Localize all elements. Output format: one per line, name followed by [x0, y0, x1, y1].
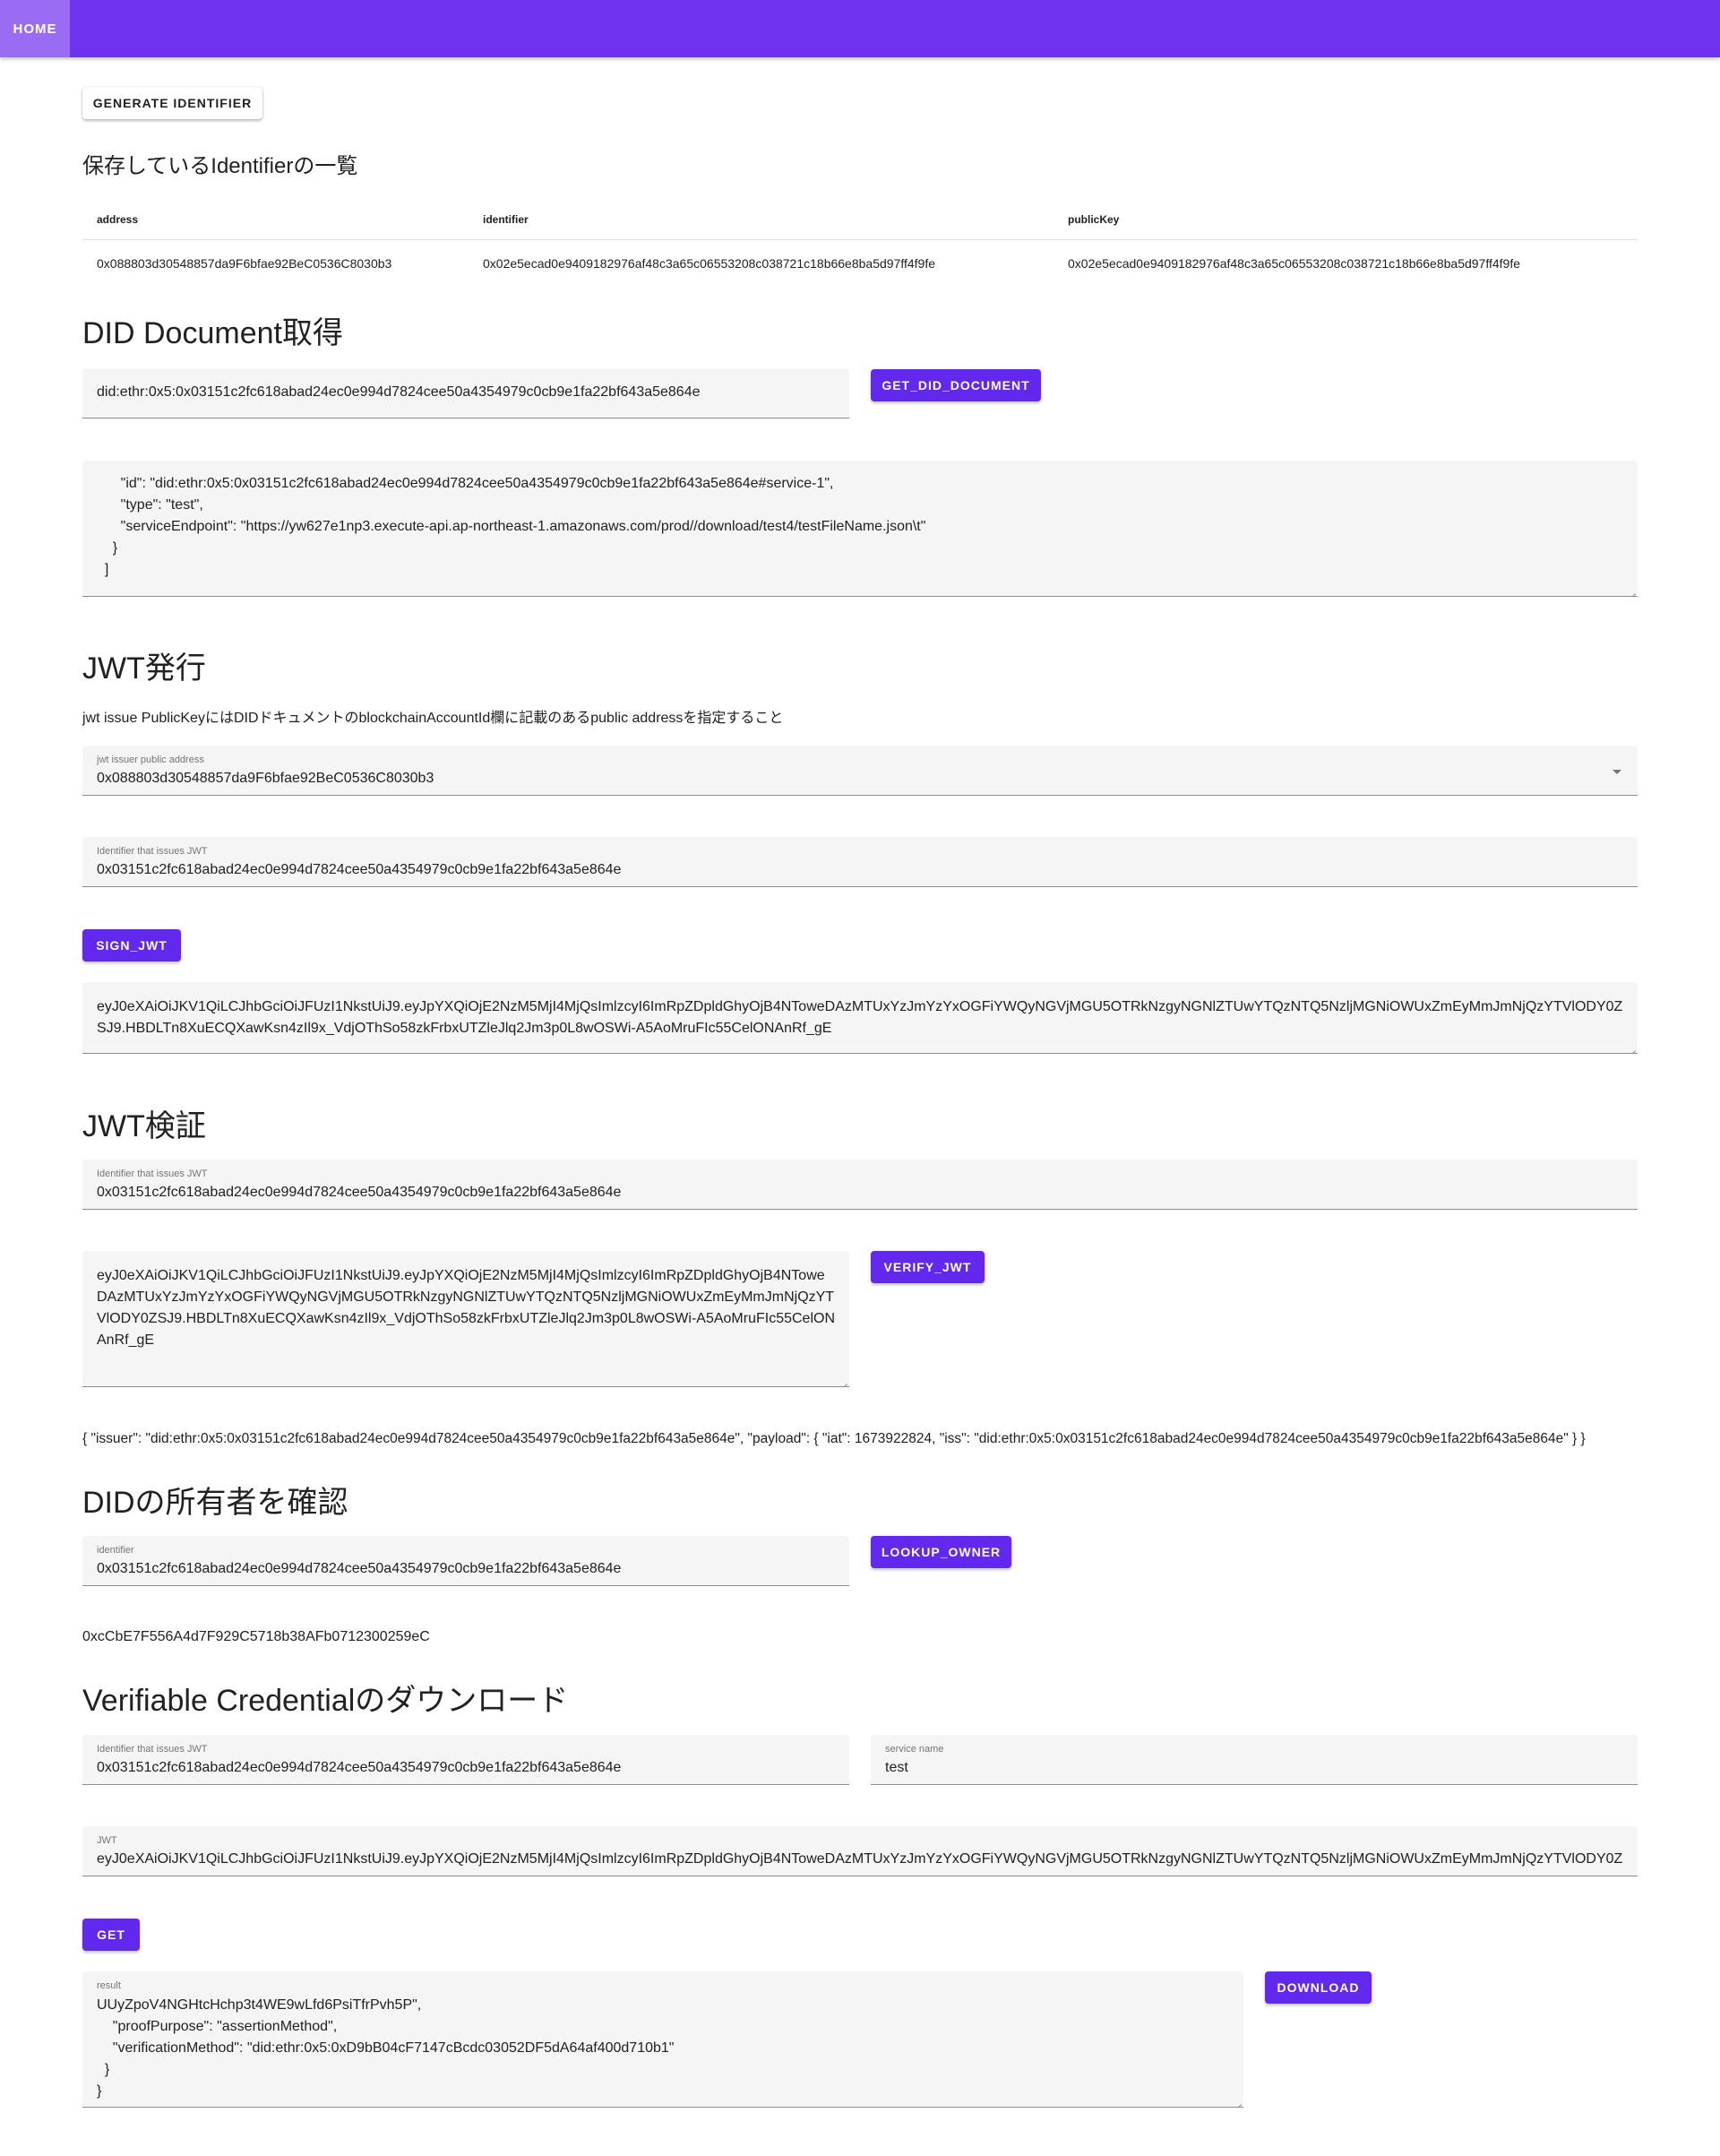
vc-identifier-value: 0x03151c2fc618abad24ec0e994d7824cee50a43…: [97, 1760, 622, 1775]
vc-identifier-label: Identifier that issues JWT: [97, 1744, 208, 1755]
vc-jwt-value: eyJ0eXAiOiJKV1QiLCJhbGciOiJFUzI1NkstUiJ9…: [97, 1851, 1623, 1867]
lookup-owner-button[interactable]: LOOKUP_OWNER: [871, 1536, 1011, 1568]
generate-identifier-button[interactable]: GENERATE IDENTIFIER: [82, 87, 262, 119]
vc-download-title: Verifiable Credentialのダウンロード: [82, 1684, 569, 1718]
did-input-value: did:ethr:0x5:0x03151c2fc618abad24ec0e994…: [97, 384, 701, 400]
column-header-publickey: publicKey: [1068, 213, 1120, 226]
identifier-list-title: 保存しているIdentifierの一覧: [82, 154, 358, 178]
resize-handle[interactable]: [1233, 2096, 1242, 2105]
verify-jwt-button[interactable]: VERIFY_JWT: [871, 1251, 985, 1283]
table-cell-address: 0x088803d30548857da9F6bfae92BeC0536C8030…: [97, 256, 392, 271]
get-button[interactable]: GET: [82, 1919, 140, 1951]
vc-result-field[interactable]: result UUyZpoV4NGHtcHchp3t4WE9wLfd6PsiTf…: [82, 1971, 1243, 2108]
jwt-issue-title: JWT発行: [82, 651, 206, 686]
service-name-field[interactable]: service name test: [871, 1735, 1638, 1785]
column-header-address: address: [97, 213, 139, 226]
did-input[interactable]: did:ethr:0x5:0x03151c2fc618abad24ec0e994…: [82, 368, 849, 418]
get-did-document-button[interactable]: GET_DID_DOCUMENT: [871, 369, 1041, 401]
owner-identifier-field[interactable]: identifier 0x03151c2fc618abad24ec0e994d7…: [82, 1536, 849, 1586]
jwt-verify-title: JWT検証: [82, 1109, 206, 1143]
table-cell-identifier: 0x02e5ecad0e9409182976af48c3a65c06553208…: [483, 256, 936, 271]
resize-handle[interactable]: [1627, 585, 1636, 594]
owner-lookup-title: DIDの所有者を確認: [82, 1486, 348, 1520]
column-header-identifier: identifier: [483, 213, 529, 226]
home-tab[interactable]: HOME: [0, 0, 70, 57]
jwt-verify-input[interactable]: eyJ0eXAiOiJKV1QiLCJhbGciOiJFUzI1NkstUiJ9…: [82, 1251, 849, 1387]
jwt-verify-identifier-label: Identifier that issues JWT: [97, 1169, 208, 1179]
did-document-result-text: "id": "did:ethr:0x5:0x03151c2fc618abad24…: [97, 476, 926, 584]
jwt-issue-identifier-field[interactable]: Identifier that issues JWT 0x03151c2fc61…: [82, 837, 1638, 887]
table-header-divider: [82, 239, 1638, 240]
vc-jwt-field[interactable]: JWT eyJ0eXAiOiJKV1QiLCJhbGciOiJFUzI1Nkst…: [82, 1826, 1638, 1876]
jwt-issue-note: jwt issue PublicKeyにはDIDドキュメントのblockchai…: [82, 711, 784, 726]
owner-identifier-value: 0x03151c2fc618abad24ec0e994d7824cee50a43…: [97, 1561, 622, 1576]
service-name-label: service name: [885, 1744, 944, 1755]
signed-jwt-text: eyJ0eXAiOiJKV1QiLCJhbGciOiJFUzI1NkstUiJ9…: [97, 999, 1623, 1036]
jwt-issuer-select-value: 0x088803d30548857da9F6bfae92BeC0536C8030…: [97, 771, 434, 786]
owner-identifier-label: identifier: [97, 1545, 134, 1556]
jwt-verify-identifier-field[interactable]: Identifier that issues JWT 0x03151c2fc61…: [82, 1160, 1638, 1210]
jwt-issue-identifier-value: 0x03151c2fc618abad24ec0e994d7824cee50a43…: [97, 862, 622, 877]
resize-handle[interactable]: [1627, 1042, 1636, 1051]
jwt-verify-result: { "issuer": "did:ethr:0x5:0x03151c2fc618…: [82, 1431, 1586, 1446]
jwt-issuer-select-label: jwt issuer public address: [97, 755, 204, 765]
dropdown-arrow-icon: [1612, 770, 1621, 774]
jwt-verify-input-text: eyJ0eXAiOiJKV1QiLCJhbGciOiJFUzI1NkstUiJ9…: [97, 1268, 835, 1348]
download-button[interactable]: DOWNLOAD: [1265, 1971, 1372, 2004]
owner-result: 0xcCbE7F556A4d7F929C5718b38AFb0712300259…: [82, 1629, 430, 1644]
app-bar: HOME: [0, 0, 1720, 57]
did-document-result[interactable]: "id": "did:ethr:0x5:0x03151c2fc618abad24…: [82, 461, 1638, 597]
service-name-value: test: [885, 1760, 908, 1775]
sign-jwt-button[interactable]: SIGN_JWT: [82, 929, 181, 962]
vc-result-label: result: [97, 1980, 121, 1991]
resize-handle[interactable]: [838, 1376, 847, 1384]
jwt-issuer-select[interactable]: jwt issuer public address 0x088803d30548…: [82, 746, 1638, 796]
vc-jwt-label: JWT: [97, 1835, 117, 1846]
table-cell-publickey: 0x02e5ecad0e9409182976af48c3a65c06553208…: [1068, 256, 1521, 271]
vc-identifier-field[interactable]: Identifier that issues JWT 0x03151c2fc61…: [82, 1735, 849, 1785]
did-document-title: DID Document取得: [82, 316, 343, 350]
jwt-issue-identifier-label: Identifier that issues JWT: [97, 846, 208, 857]
signed-jwt-output[interactable]: eyJ0eXAiOiJKV1QiLCJhbGciOiJFUzI1NkstUiJ9…: [82, 982, 1638, 1054]
jwt-verify-identifier-value: 0x03151c2fc618abad24ec0e994d7824cee50a43…: [97, 1185, 622, 1200]
vc-result-text: UUyZpoV4NGHtcHchp3t4WE9wLfd6PsiTfrPvh5P"…: [97, 1997, 675, 2099]
